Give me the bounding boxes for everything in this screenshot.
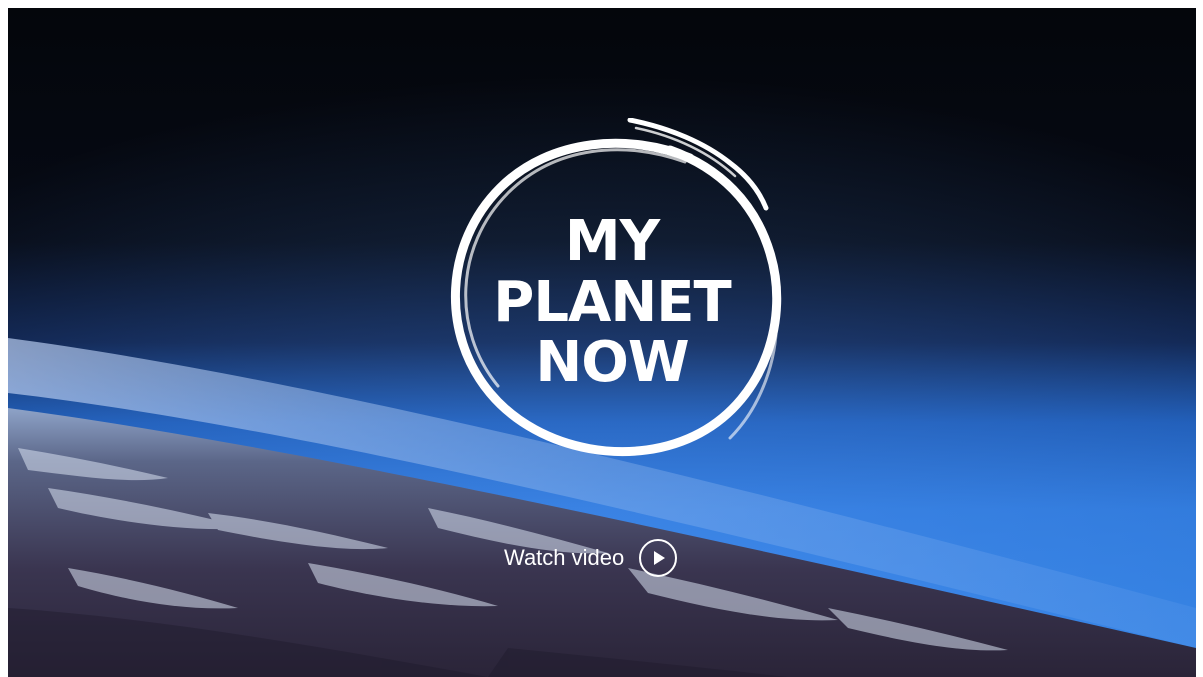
hero-banner: MY PLANET NOW Watch video xyxy=(8,8,1196,677)
play-circle-icon[interactable] xyxy=(638,538,678,578)
my-planet-now-logo: MY PLANET NOW xyxy=(430,118,794,478)
logo-text-line-3: NOW xyxy=(535,330,689,395)
watch-video-button[interactable]: Watch video xyxy=(504,538,678,578)
logo-text-line-1: MY xyxy=(564,209,660,274)
logo-text-line-2: PLANET xyxy=(493,270,731,335)
watch-video-label: Watch video xyxy=(504,545,625,570)
